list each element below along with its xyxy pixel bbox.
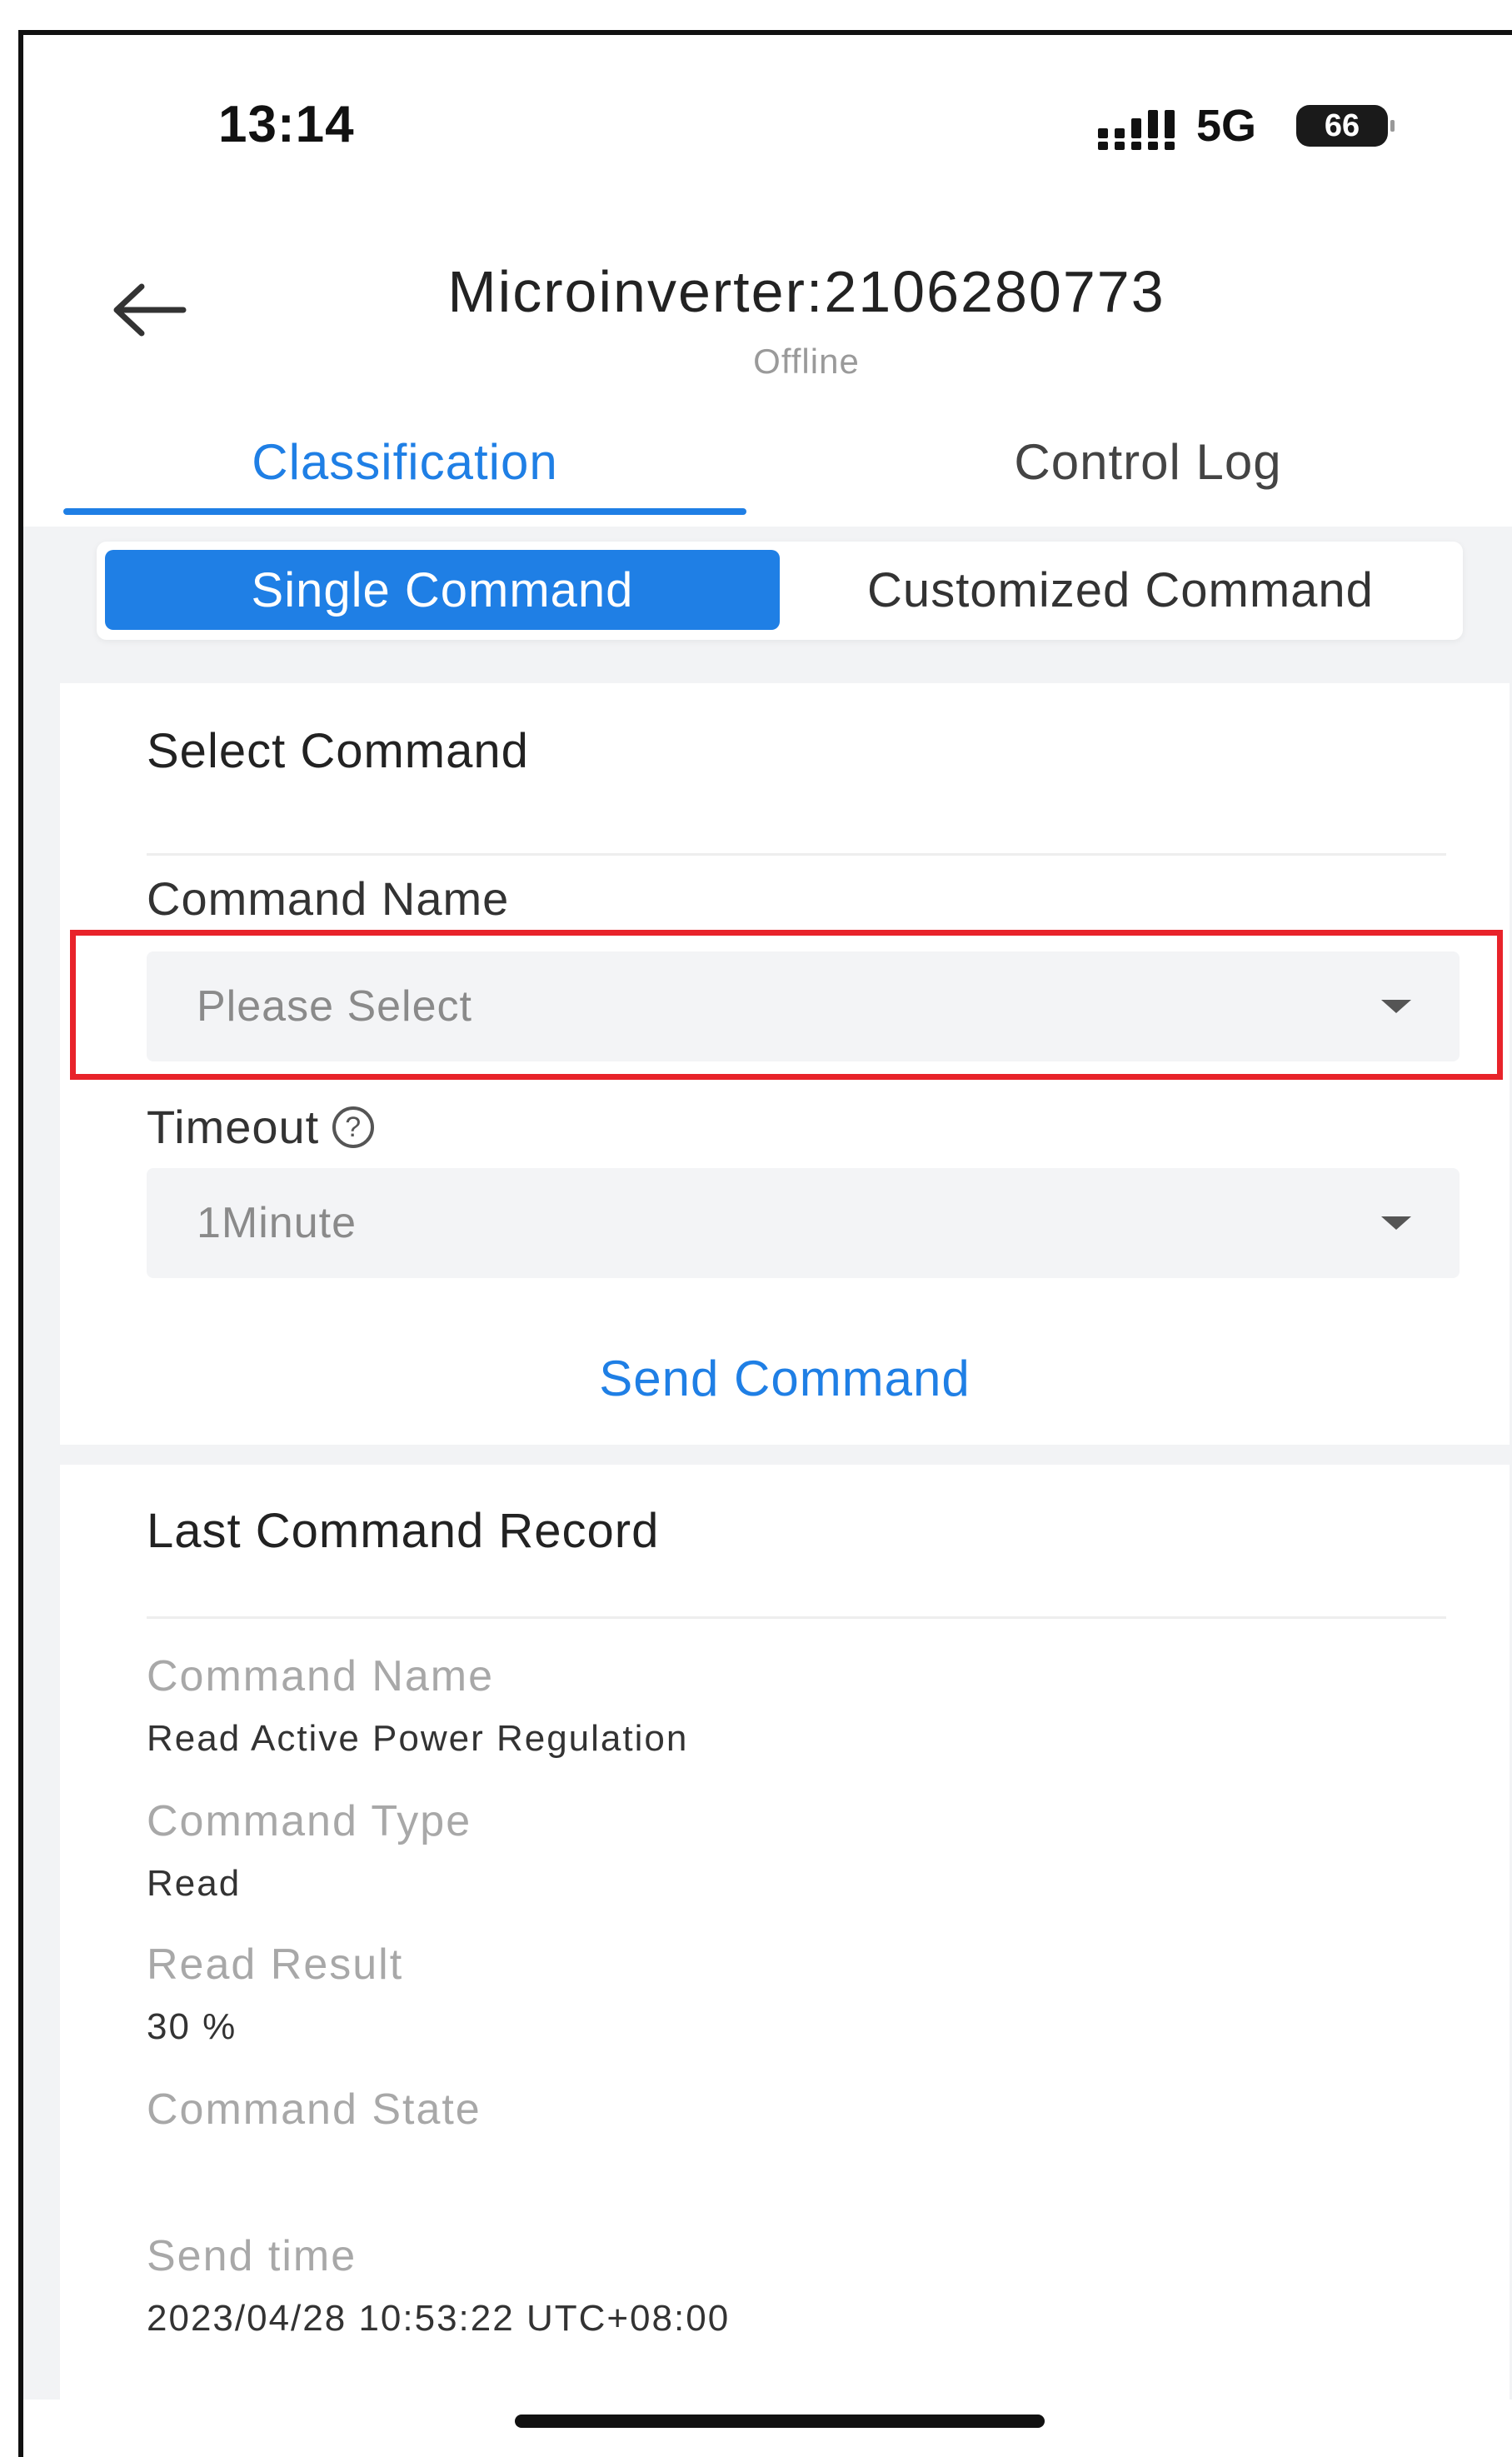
status-time: 13:14 — [218, 96, 355, 153]
command-mode-segment: Single Command Customized Command — [97, 542, 1463, 640]
timeout-label-text: Timeout — [147, 1101, 320, 1153]
timeout-value: 1Minute — [197, 1199, 357, 1247]
record-label: Send time — [147, 2232, 357, 2280]
divider — [147, 1616, 1446, 1619]
command-name-select[interactable]: Please Select — [147, 951, 1460, 1061]
page-title: Microinverter:2106280773 — [447, 259, 1165, 324]
record-value: Read Active Power Regulation — [147, 1718, 689, 1759]
segment-single-command[interactable]: Single Command — [105, 550, 780, 630]
timeout-label: Timeout? — [147, 1100, 375, 1154]
page-header: Microinverter:2106280773 Offline Classif… — [23, 218, 1512, 527]
tab-classification[interactable]: Classification — [63, 403, 746, 520]
record-label: Command Name — [147, 1652, 495, 1700]
command-name-placeholder: Please Select — [197, 982, 472, 1031]
caret-down-icon — [1381, 1216, 1411, 1230]
last-record-title: Last Command Record — [147, 1504, 660, 1558]
tab-control-log[interactable]: Control Log — [806, 403, 1490, 520]
caret-down-icon — [1381, 1000, 1411, 1013]
last-command-record-card: Last Command Record Command Name Read Ac… — [60, 1465, 1510, 2448]
battery-icon: 66 — [1296, 105, 1395, 147]
status-bar: 13:14 5G 66 — [23, 35, 1512, 218]
record-value: Read — [147, 1863, 242, 1904]
record-value: 2023/04/28 10:53:22 UTC+08:00 — [147, 2298, 731, 2339]
active-tab-indicator — [63, 508, 746, 515]
record-label: Command Type — [147, 1797, 472, 1845]
bottom-bar — [23, 2400, 1512, 2457]
select-command-card: Select Command Command Name Please Selec… — [60, 683, 1510, 1445]
home-indicator[interactable] — [515, 2415, 1045, 2428]
record-label: Command State — [147, 2085, 482, 2134]
select-command-title: Select Command — [147, 724, 529, 778]
network-type: 5G — [1196, 101, 1257, 151]
help-icon[interactable]: ? — [332, 1106, 375, 1149]
record-label: Read Result — [147, 1940, 404, 1989]
timeout-select[interactable]: 1Minute — [147, 1168, 1460, 1278]
signal-icon — [1098, 110, 1175, 150]
segment-customized-command[interactable]: Customized Command — [785, 550, 1456, 630]
record-value: 30 % — [147, 2006, 237, 2047]
battery-level: 66 — [1324, 107, 1360, 143]
phone-frame: 13:14 5G 66 Microinverter:2106280773 Off… — [18, 30, 1512, 2457]
command-name-label: Command Name — [147, 872, 510, 925]
device-status: Offline — [753, 342, 860, 381]
send-command-button[interactable]: Send Command — [60, 1350, 1510, 1407]
divider — [147, 853, 1446, 856]
